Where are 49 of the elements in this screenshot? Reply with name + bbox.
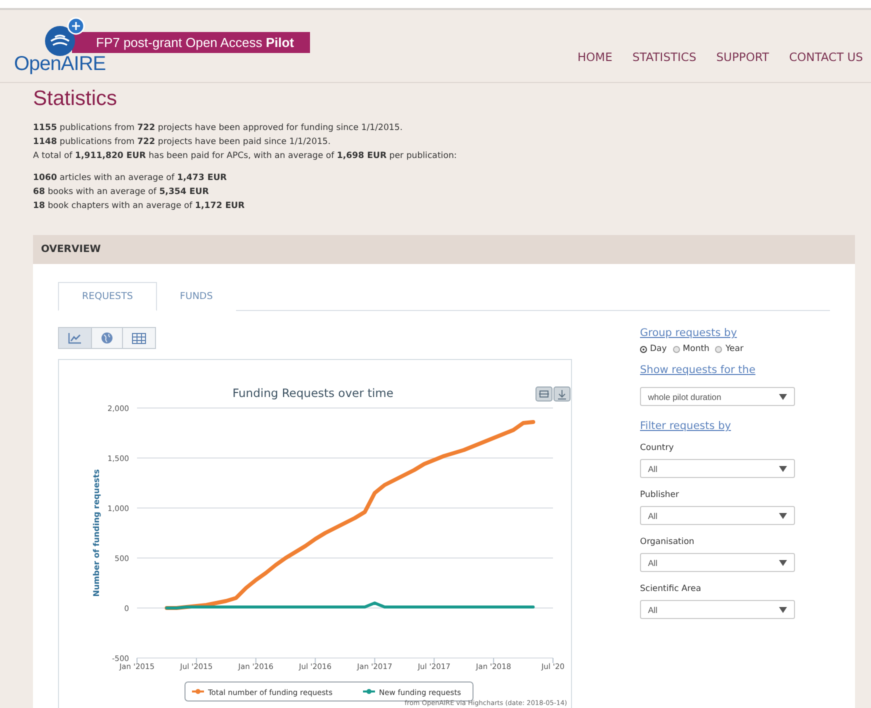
radio-button[interactable] <box>715 346 722 352</box>
table-view-button[interactable] <box>122 327 156 349</box>
radio-label[interactable]: Day <box>650 344 667 354</box>
summary-text: 1155 publications from 722 projects have been approved for funding since 1/1/2015. <box>33 122 404 135</box>
group-heading[interactable]: Group requests by <box>640 327 737 339</box>
filter-select[interactable]: All <box>640 600 795 619</box>
line-chart-icon <box>68 332 82 344</box>
map-view-button[interactable] <box>91 327 123 349</box>
print-button[interactable] <box>536 386 552 402</box>
period-select[interactable]: whole pilot duration <box>640 387 795 406</box>
breakdown-text: 68 books with an average of 5,354 EUR <box>33 186 210 199</box>
openaire-logo[interactable]: OpenAIRE <box>14 53 310 76</box>
breakdown-text: 18 book chapters with an average of 1,172 EUR <box>33 200 246 213</box>
caret-icon <box>779 394 787 400</box>
filter-label: Scientific Area <box>640 584 702 594</box>
pilot-banner: FP7 post-grant Open Access Pilot <box>72 32 310 52</box>
caret-icon <box>779 606 787 612</box>
filter-select[interactable]: All <box>640 553 795 572</box>
legend-marker-icon <box>192 689 204 694</box>
radio-label[interactable]: Year <box>725 344 744 354</box>
filter-label: Country <box>640 443 674 453</box>
nav-link[interactable]: CONTACT US <box>789 50 863 64</box>
legend-marker-icon <box>363 689 375 694</box>
filter-label: Organisation <box>640 537 694 547</box>
y-axis-title: Number of funding requests <box>92 469 101 597</box>
chart-view-button[interactable] <box>58 327 92 349</box>
caret-icon <box>779 466 787 472</box>
filter-label: Publisher <box>640 490 680 500</box>
nav-link[interactable]: SUPPORT <box>716 50 770 64</box>
nav-link[interactable]: HOME <box>577 50 612 64</box>
page-title: Statistics <box>33 87 118 111</box>
radio-button[interactable] <box>672 346 680 352</box>
filter-heading[interactable]: Filter requests by <box>640 420 731 432</box>
globe-icon <box>101 332 113 344</box>
nav-link[interactable]: STATISTICS <box>632 50 696 64</box>
breakdown-text: 1060 articles with an average of 1,473 EUR <box>33 172 228 185</box>
filter-select[interactable]: All <box>640 459 795 478</box>
chart-title: Funding Requests over time <box>232 386 394 400</box>
radio-button[interactable] <box>640 346 647 352</box>
radio-label[interactable]: Month <box>682 344 710 354</box>
caret-icon <box>779 560 787 566</box>
download-button[interactable] <box>554 386 570 402</box>
period-heading[interactable]: Show requests for the <box>640 364 756 376</box>
caret-icon <box>779 512 787 518</box>
filter-select[interactable]: All <box>640 506 795 525</box>
summary-text: A total of 1,911,820 EUR has been paid for APCs, with an average of 1,698 EUR per publication: <box>33 150 458 163</box>
table-icon <box>132 332 146 344</box>
panel-heading: OVERVIEW <box>41 244 101 255</box>
summary-text: 1148 publications from 722 projects have been paid since 1/1/2015. <box>33 136 332 149</box>
